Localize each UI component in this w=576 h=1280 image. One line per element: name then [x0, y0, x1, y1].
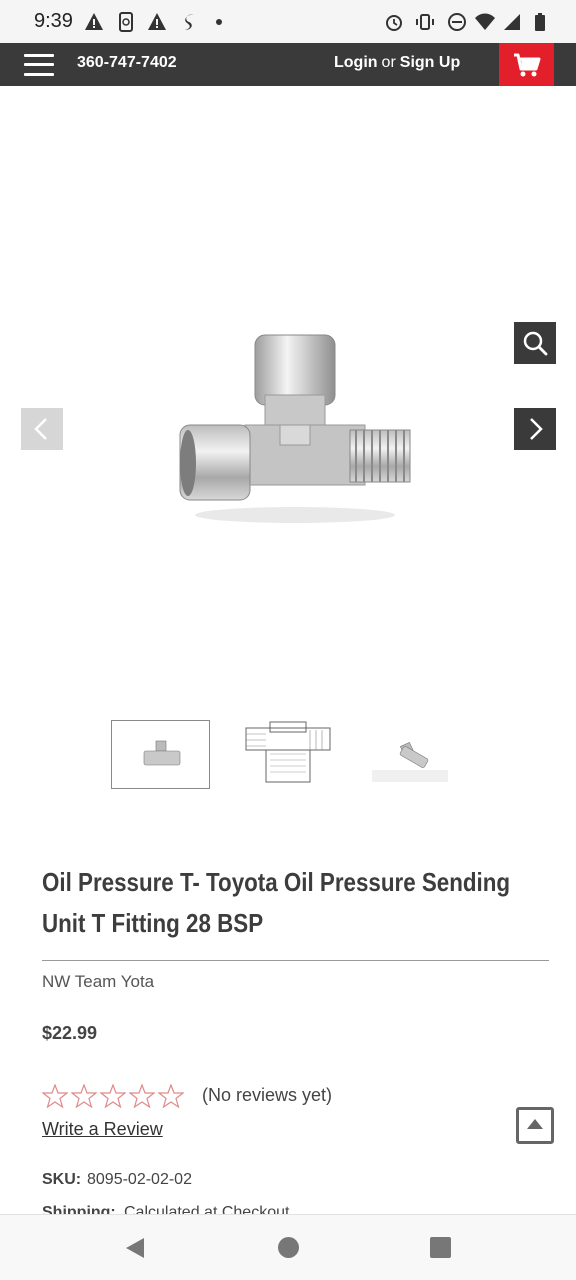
product-brand[interactable]: NW Team Yota — [42, 972, 154, 992]
zoom-button[interactable] — [514, 322, 556, 364]
sku-label: SKU: — [42, 1171, 82, 1188]
wifi-icon — [475, 13, 495, 30]
product-price: $22.99 — [42, 1023, 98, 1043]
system-navigation-bar — [0, 1214, 576, 1280]
star-icon — [42, 1084, 68, 1108]
search-icon — [523, 331, 548, 356]
thumbnail-drawing — [245, 721, 331, 783]
sku-value: 8095-02-02-02 — [87, 1171, 192, 1188]
star-icon — [129, 1084, 155, 1108]
thumbnail-3[interactable] — [372, 720, 471, 789]
divider — [42, 960, 549, 961]
menu-icon[interactable] — [24, 53, 54, 77]
next-image-button[interactable] — [514, 408, 556, 450]
reviews-count: (No reviews yet) — [202, 1085, 333, 1105]
chevron-left-icon — [34, 418, 47, 440]
back-icon[interactable] — [124, 1237, 146, 1259]
star-icon — [71, 1084, 97, 1108]
status-bar: 9:39 — [0, 0, 576, 43]
thumbnail-image — [372, 741, 448, 782]
app-notification-icon — [185, 14, 194, 30]
auth-links: Login or Sign Up — [334, 54, 460, 72]
phone-link[interactable]: 360-747-7402 — [77, 54, 177, 72]
star-icon — [158, 1084, 184, 1108]
product-title: Oil Pressure T- Toyota Oil Pressure Send… — [42, 867, 511, 938]
status-time: 9:39 — [34, 10, 73, 32]
battery-icon — [535, 13, 545, 31]
signup-link[interactable]: Sign Up — [400, 54, 460, 71]
cart-icon — [514, 53, 541, 77]
thumbnail-2[interactable] — [240, 720, 339, 789]
signal-icon — [504, 14, 520, 30]
warning-icon — [85, 13, 103, 30]
cart-button[interactable] — [499, 43, 554, 91]
thumbnail-image — [143, 740, 181, 766]
or-text: or — [381, 54, 396, 71]
warning-icon — [148, 13, 166, 30]
product-image[interactable] — [170, 325, 420, 530]
site-header: 360-747-7402 Login or Sign Up — [0, 43, 576, 86]
vibrate-icon — [416, 14, 434, 30]
do-not-disturb-icon — [448, 13, 466, 31]
scroll-to-top-button[interactable] — [516, 1107, 554, 1144]
rating-stars — [42, 1084, 187, 1110]
recent-apps-icon[interactable] — [430, 1237, 451, 1258]
alarm-icon — [386, 15, 402, 31]
login-link[interactable]: Login — [334, 54, 378, 71]
more-notifications-icon — [216, 19, 222, 25]
previous-image-button[interactable] — [21, 408, 63, 450]
phone-sync-icon — [119, 12, 133, 32]
home-icon[interactable] — [278, 1237, 299, 1258]
threads — [349, 429, 411, 483]
thumbnail-1[interactable] — [111, 720, 210, 789]
write-review-link[interactable]: Write a Review — [42, 1119, 163, 1140]
caret-up-icon — [527, 1119, 543, 1129]
star-icon — [100, 1084, 126, 1108]
chevron-right-icon — [530, 418, 543, 440]
